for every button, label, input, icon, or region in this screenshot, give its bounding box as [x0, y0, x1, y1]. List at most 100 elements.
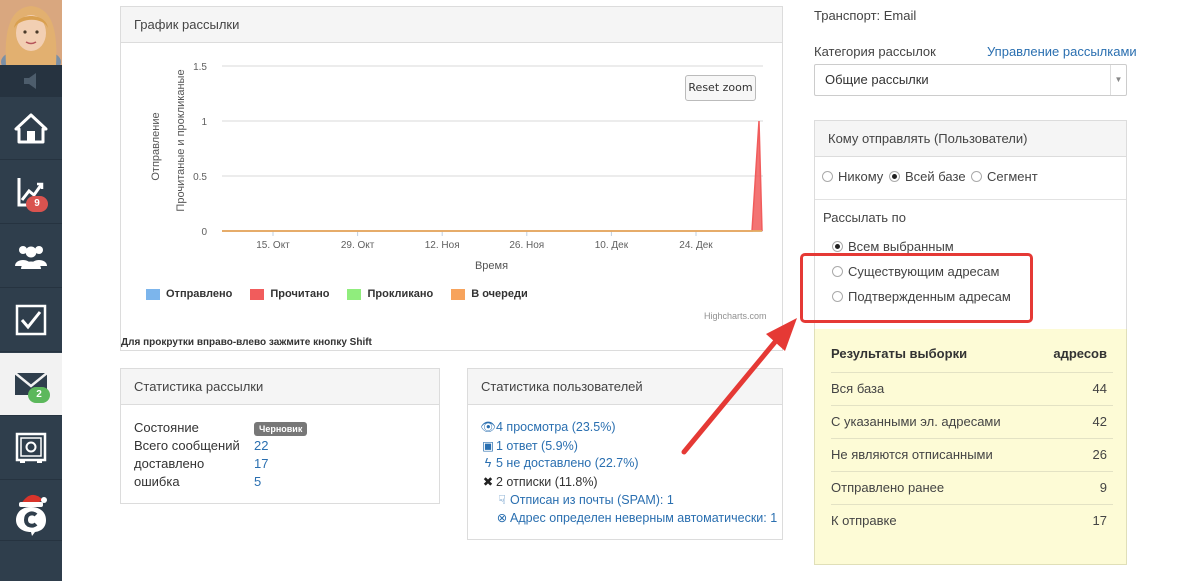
row-label: Не являются отписанными — [831, 447, 993, 462]
chart-panel-title: График рассылки — [121, 7, 782, 43]
radio-label: Никому — [838, 169, 884, 184]
results-header: Результаты выборки адресов — [831, 341, 1113, 371]
recipient-option-nobody[interactable]: Никому — [822, 169, 883, 184]
category-label: Категория рассылок — [814, 44, 936, 59]
legend-item-sent[interactable]: Отправлено — [146, 288, 232, 300]
stat-unsubscribes-text: 2 отписки (11.8%) — [496, 475, 598, 489]
radio-indicator — [822, 171, 833, 182]
stat-spam[interactable]: ☟ Отписан из почты (SPAM): 1 — [494, 492, 674, 507]
sidebar-item-users[interactable] — [0, 225, 62, 288]
sidebar: 9 2 — [0, 0, 62, 581]
avatar-image — [0, 0, 62, 65]
highcharts-credit[interactable]: Highcharts.com — [704, 311, 767, 321]
stat-total: Всего сообщений 22 — [134, 438, 268, 453]
stat-state: Состояние Черновик — [134, 420, 308, 436]
stat-error: ошибка 5 — [134, 474, 261, 489]
checkbox-icon — [15, 304, 47, 336]
stat-answers-text: 1 ответ (5.9%) — [496, 439, 578, 453]
legend-label: Отправлено — [166, 288, 233, 300]
results-title: Результаты выборки — [831, 346, 968, 361]
recipients-title: Кому отправлять (Пользователи) — [815, 121, 1126, 157]
stat-error-label: ошибка — [134, 474, 180, 489]
table-row: К отправке 17 — [831, 504, 1113, 537]
row-count: 44 — [1092, 381, 1107, 396]
megaphone-icon — [24, 73, 36, 89]
sidebar-item-chat[interactable] — [0, 481, 62, 541]
recipient-option-segment[interactable]: Сегмент — [971, 169, 1038, 184]
row-count: 26 — [1092, 447, 1107, 462]
avatar[interactable] — [0, 0, 62, 65]
sidebar-item-tasks[interactable] — [0, 289, 62, 352]
analytics-badge: 9 — [26, 196, 48, 212]
highlight-box — [800, 253, 1033, 323]
legend-label: Прочитано — [270, 288, 330, 300]
row-label: Вся база — [831, 381, 885, 396]
stat-views-text: 4 просмотра (23.5%) — [496, 420, 616, 434]
selection-results: Результаты выборки адресов Вся база 44 С … — [814, 329, 1127, 565]
scroll-hint: Для прокрутки вправо-влево зажмите кнопк… — [121, 337, 372, 348]
stat-total-value[interactable]: 22 — [254, 438, 268, 453]
divider — [815, 199, 1126, 200]
stat-spam-text: Отписан из почты (SPAM): 1 — [510, 493, 674, 507]
user-stats-title: Статистика пользователей — [468, 369, 782, 405]
manage-mailings-link[interactable]: Управление рассылками — [987, 44, 1137, 59]
legend-item-clicked[interactable]: Прокликано — [347, 288, 433, 300]
stat-delivered: доставлено 17 — [134, 456, 268, 471]
row-count: 42 — [1092, 414, 1107, 429]
sidebar-collapse-toggle[interactable] — [0, 65, 62, 97]
row-label: Отправлено ранее — [831, 480, 945, 495]
legend-label: В очереди — [471, 288, 528, 300]
stat-answers[interactable]: ▣ 1 ответ (5.9%) — [480, 438, 578, 453]
radio-label: Всей базе — [905, 169, 966, 184]
cancel-circle-icon: ⊗ — [496, 511, 508, 525]
table-row: Вся база 44 — [831, 372, 1113, 405]
send-by-option-all-selected[interactable]: Всем выбранным — [832, 239, 954, 254]
stat-error-value[interactable]: 5 — [254, 474, 261, 489]
table-row: Не являются отписанными 26 — [831, 438, 1113, 471]
sidebar-item-analytics[interactable]: 9 — [0, 161, 62, 224]
row-count: 17 — [1092, 513, 1107, 528]
legend-item-queued[interactable]: В очереди — [451, 288, 528, 300]
mailings-badge: 2 — [28, 387, 50, 403]
legend-item-read[interactable]: Прочитано — [250, 288, 329, 300]
transport-text: Транспорт: Email — [814, 8, 917, 23]
stat-delivered-value[interactable]: 17 — [254, 456, 268, 471]
sidebar-item-safe[interactable] — [0, 417, 62, 480]
bolt-icon: ϟ — [484, 456, 492, 470]
legend-swatch — [451, 288, 466, 300]
stat-views[interactable]: 👁4 просмотра (23.5%) — [480, 420, 616, 435]
mailing-stats-title: Статистика рассылки — [121, 369, 439, 405]
stat-state-label: Состояние — [134, 420, 199, 435]
table-row: Отправлено ранее 9 — [831, 471, 1113, 504]
stat-undelivered[interactable]: ϟ 5 не доставлено (22.7%) — [480, 456, 639, 470]
results-column-label: адресов — [1053, 346, 1107, 361]
recipient-option-all[interactable]: Всей базе — [889, 169, 966, 184]
stat-wrong-address-text: Адрес определен неверным автоматически: … — [510, 511, 778, 525]
legend-swatch — [250, 288, 265, 300]
stat-unsubscribes: ✖ 2 отписки (11.8%) — [480, 474, 598, 489]
chat-santa-icon — [16, 494, 47, 536]
table-row: С указанными эл. адресами 42 — [831, 405, 1113, 438]
category-select-value: Общие рассылки — [825, 72, 929, 87]
stat-wrong-address[interactable]: ⊗ Адрес определен неверным автоматически:… — [494, 510, 777, 525]
sidebar-item-mailings[interactable]: 2 — [0, 353, 62, 416]
inbox-icon: ▣ — [482, 439, 494, 453]
sidebar-item-home[interactable] — [0, 97, 62, 160]
legend-label: Прокликано — [367, 288, 434, 300]
row-count: 9 — [1099, 480, 1107, 495]
stat-undelivered-text: 5 не доставлено (22.7%) — [496, 456, 639, 470]
radio-indicator — [889, 171, 900, 182]
home-icon — [14, 113, 48, 144]
radio-indicator — [971, 171, 982, 182]
chart-legend: Отправлено Прочитано Прокликано В очеред… — [146, 288, 528, 300]
row-label: С указанными эл. адресами — [831, 414, 1001, 429]
thumbs-down-icon: ☟ — [498, 493, 506, 507]
chevron-down-icon: ▼ — [1110, 65, 1126, 95]
users-icon — [15, 246, 47, 269]
send-by-label: Рассылать по — [823, 210, 906, 225]
radio-label: Всем выбранным — [848, 239, 954, 254]
status-badge: Черновик — [254, 422, 308, 436]
reset-zoom-button[interactable]: Reset zoom — [685, 75, 756, 101]
category-select[interactable]: Общие рассылки ▼ — [814, 64, 1127, 96]
safe-icon — [15, 432, 47, 463]
